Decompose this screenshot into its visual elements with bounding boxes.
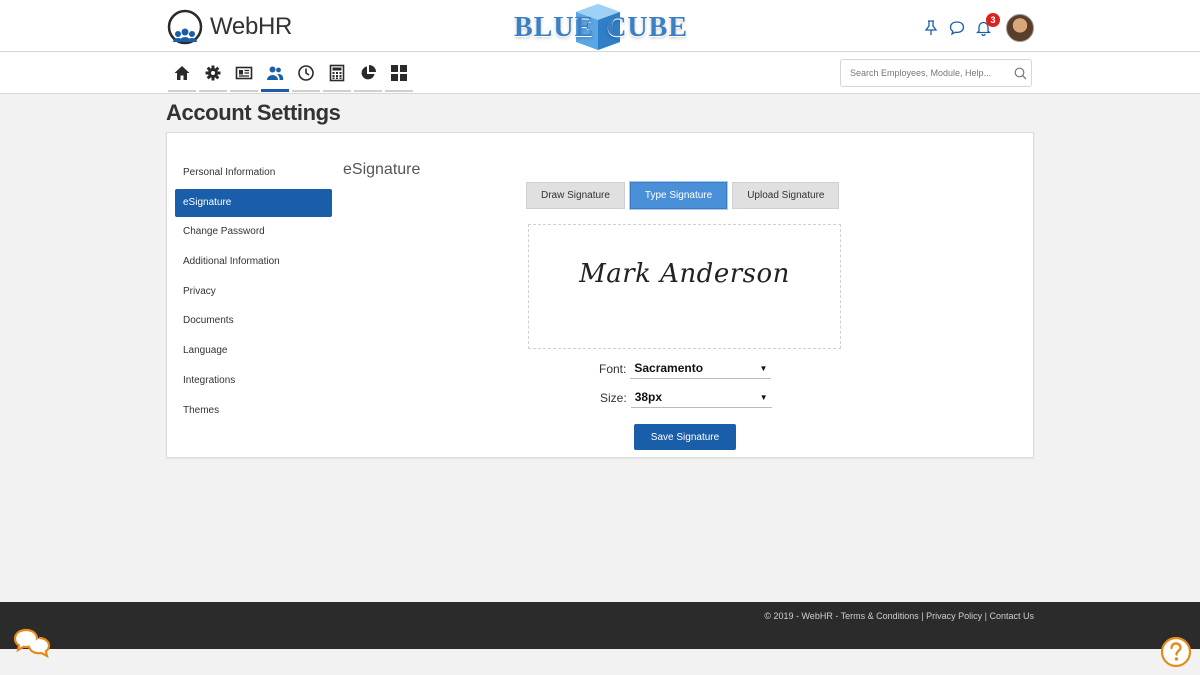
footer-separator: | [921,611,924,621]
size-label: Size: [600,391,627,405]
sidebar-item-personal-information[interactable]: Personal Information [175,159,332,187]
people-icon [267,66,284,80]
app-logo[interactable]: WebHR [166,8,292,46]
chat-bubbles-icon [13,628,51,659]
font-value: Sacramento [634,361,704,375]
sidebar-item-additional-information[interactable]: Additional Information [175,248,332,276]
footer-copyright: © 2019 - WebHR - [764,611,839,621]
settings-card: Personal Information eSignature Change P… [166,132,1034,458]
home-icon [174,66,190,80]
pie-chart-icon [361,65,376,80]
module-nav-bar [0,52,1200,94]
chat-bubble-icon [949,21,965,36]
company-brand-logo: BLUE CUBE [510,2,690,50]
size-row: Size: 38px ▼ [600,388,772,408]
sidebar-item-integrations[interactable]: Integrations [175,367,332,395]
page-title: Account Settings [166,100,341,125]
signature-tabs: Draw Signature Type Signature Upload Sig… [526,182,840,209]
search-icon [1014,67,1026,79]
font-row: Font: Sacramento ▼ [599,359,772,379]
settings-sidebar: Personal Information eSignature Change P… [175,159,332,426]
nav-attendance[interactable] [292,62,320,92]
header-actions: 3 [922,13,1034,42]
signature-preview: Mark Anderson [528,224,841,349]
app-name: WebHR [210,13,293,40]
footer-link-terms[interactable]: Terms & Conditions [841,611,919,621]
nav-settings[interactable] [199,62,227,92]
module-nav [168,62,413,92]
grid-icon [391,65,407,81]
brand-text-right: CUBE [606,12,688,43]
top-bar: WebHR BLUE CUBE 3 [0,0,1200,52]
footer-links: © 2019 - WebHR - Terms & Conditions | Pr… [764,611,1034,621]
footer-link-contact[interactable]: Contact Us [989,611,1034,621]
tab-upload-signature[interactable]: Upload Signature [732,182,840,209]
footer: © 2019 - WebHR - Terms & Conditions | Pr… [0,602,1200,649]
question-mark-icon [1160,636,1192,668]
tab-type-signature[interactable]: Type Signature [629,182,728,209]
nav-people[interactable] [261,62,289,92]
help-button[interactable] [1160,636,1192,673]
section-title: eSignature [343,161,421,178]
live-chat-button[interactable] [12,627,52,664]
sidebar-item-language[interactable]: Language [175,337,332,365]
messages-button[interactable] [948,19,966,37]
sidebar-item-privacy[interactable]: Privacy [175,278,332,306]
search-button[interactable] [1009,67,1031,80]
font-select[interactable]: Sacramento ▼ [630,359,772,379]
font-label: Font: [599,362,627,376]
global-search [840,59,1032,87]
sidebar-item-esignature[interactable]: eSignature [175,188,332,217]
gear-icon [205,65,221,81]
nav-payroll[interactable] [323,62,351,92]
size-select[interactable]: 38px ▼ [630,388,772,408]
signature-text: Mark Anderson [579,259,790,289]
save-signature-button[interactable]: Save Signature [634,424,736,450]
sidebar-item-documents[interactable]: Documents [175,307,332,335]
calculator-icon [329,64,345,82]
size-value: 38px [634,390,663,404]
clock-icon [298,65,314,81]
id-card-icon [235,66,253,80]
pin-button[interactable] [922,19,940,37]
caret-down-icon: ▼ [759,364,768,373]
search-input[interactable] [841,68,1009,78]
footer-link-privacy[interactable]: Privacy Policy [926,611,982,621]
notifications-button[interactable]: 3 [974,13,1000,37]
user-avatar[interactable] [1006,14,1034,42]
nav-home[interactable] [168,62,196,92]
nav-employees[interactable] [230,62,258,92]
sidebar-item-change-password[interactable]: Change Password [175,218,332,246]
tab-draw-signature[interactable]: Draw Signature [526,182,625,209]
nav-reports[interactable] [354,62,382,92]
footer-separator: | [984,611,987,621]
caret-down-icon: ▼ [759,393,768,402]
sidebar-item-themes[interactable]: Themes [175,397,332,425]
brand-text-left: BLUE [514,12,595,43]
nav-dashboard[interactable] [385,62,413,92]
notification-badge: 3 [986,13,1000,27]
webhr-logo-icon [167,9,203,45]
pin-icon [924,20,938,35]
